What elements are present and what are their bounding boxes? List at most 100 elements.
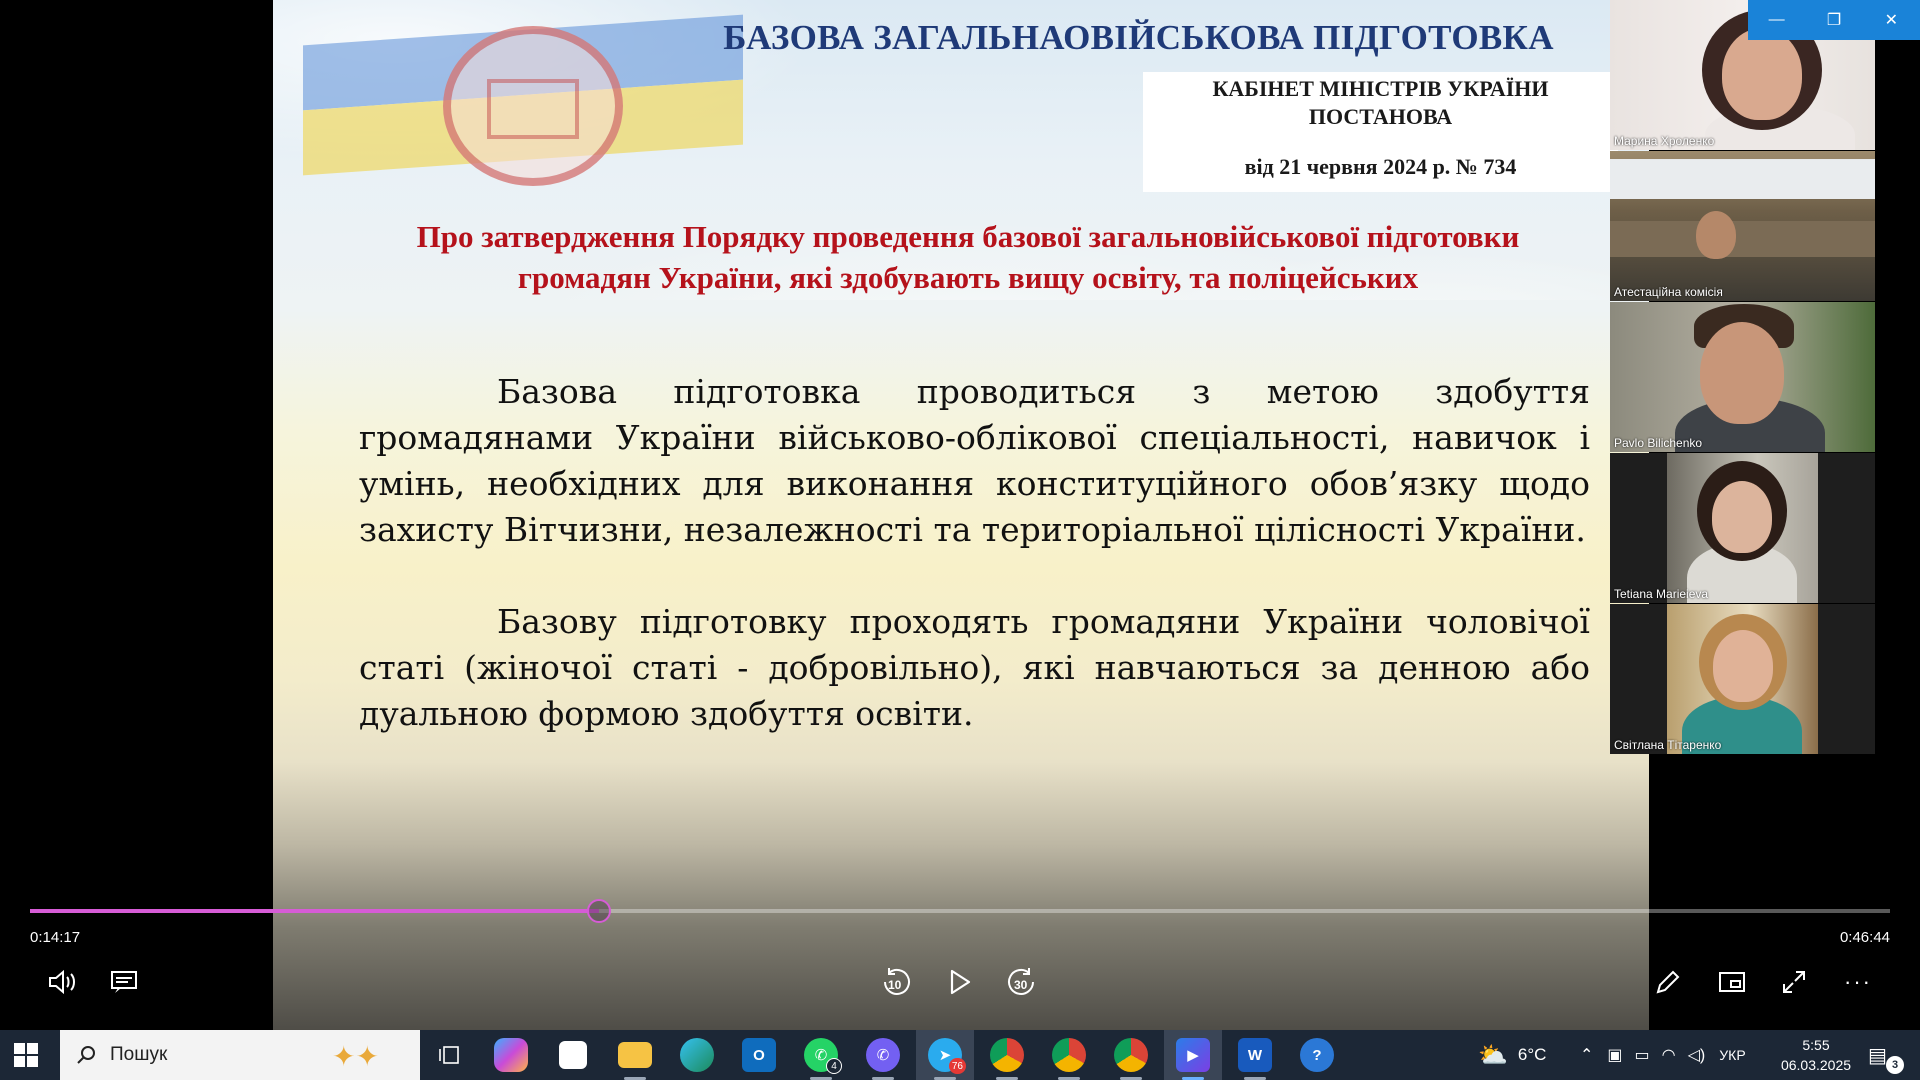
edge-app[interactable]	[668, 1030, 726, 1080]
taskbar-search[interactable]: Пошук ✦✦	[60, 1030, 420, 1080]
media-player-icon: ▶	[1176, 1038, 1210, 1072]
fullscreen-button[interactable]	[1776, 964, 1812, 1000]
slide-title: БАЗОВА ЗАГАЛЬНАОВІЙСЬКОВА ПІДГОТОВКА	[723, 18, 1554, 57]
close-button[interactable]: ✕	[1863, 0, 1920, 40]
camera-icon: ▣	[1607, 1047, 1623, 1064]
participant-video	[1700, 322, 1784, 424]
participants-panel: Марина Хроленко Атестаційна комісія Pavl…	[1610, 0, 1875, 754]
doc-date: від 21 червня 2024 р. № 734	[1244, 154, 1517, 179]
participant-video	[1722, 28, 1802, 120]
captions-icon	[111, 971, 137, 993]
clock[interactable]: 5:55 06.03.2025	[1776, 1035, 1856, 1075]
skip-back-label: 10	[888, 978, 902, 992]
chevron-up-icon: ⌃	[1580, 1047, 1594, 1064]
participant-tile[interactable]: Світлана Тітаренко	[1610, 604, 1875, 754]
outlook-icon: O	[742, 1038, 776, 1072]
mini-player-icon	[1719, 972, 1745, 992]
search-icon	[77, 1046, 95, 1064]
doc-type: ПОСТАНОВА	[1308, 104, 1453, 129]
fullscreen-icon	[1783, 971, 1805, 993]
chrome-icon	[1114, 1038, 1148, 1072]
restore-button[interactable]: ❐	[1805, 0, 1862, 40]
seek-bar[interactable]	[30, 899, 1890, 923]
participant-tile[interactable]: Атестаційна комісія	[1610, 151, 1875, 301]
chrome-icon	[990, 1038, 1024, 1072]
volume-icon	[49, 969, 75, 995]
participant-tile[interactable]: Tetiana Marieieva	[1610, 453, 1875, 603]
whatsapp-badge: 4	[826, 1058, 842, 1074]
edit-button[interactable]	[1650, 964, 1686, 1000]
participant-name: Світлана Тітаренко	[1614, 738, 1722, 752]
slide-subtitle: Про затвердження Порядку проведення базо…	[416, 219, 1520, 295]
taskbar: Пошук ✦✦ O ✆ 4 ✆ ➤ 76 ▶ W ? ⛅ 6°C ⌃ ▣ ▭ ◠ …	[0, 1030, 1920, 1080]
notification-icon: ▤	[1868, 1044, 1887, 1067]
slide-paragraph-1: Базова підготовка проводиться з метою зд…	[359, 372, 1590, 549]
start-button[interactable]	[14, 1043, 38, 1067]
skip-back-button[interactable]: 10	[878, 964, 914, 1000]
outlook-app[interactable]: O	[730, 1030, 788, 1080]
presentation-slide: БАЗОВА ЗАГАЛЬНАОВІЙСЬКОВА ПІДГОТОВКА КАБ…	[273, 0, 1649, 1030]
chrome-app-3[interactable]	[1102, 1030, 1160, 1080]
chrome-app-2[interactable]	[1040, 1030, 1098, 1080]
wifi-icon: ◠	[1661, 1047, 1676, 1064]
speaker-icon: ◁)	[1687, 1047, 1706, 1064]
participant-name: Tetiana Marieieva	[1614, 587, 1709, 601]
volume-button[interactable]	[44, 964, 80, 1000]
viber-icon: ✆	[866, 1038, 900, 1072]
participant-name: Атестаційна комісія	[1614, 285, 1723, 299]
play-icon	[950, 969, 971, 995]
file-explorer-app[interactable]	[606, 1030, 664, 1080]
media-player-app[interactable]: ▶	[1164, 1030, 1222, 1080]
more-options-button[interactable]: ···	[1840, 964, 1876, 1000]
word-icon: W	[1238, 1038, 1272, 1072]
participant-video	[1712, 481, 1772, 553]
whatsapp-app[interactable]: ✆ 4	[792, 1030, 850, 1080]
seek-bar-thumb[interactable]	[587, 899, 612, 923]
notification-count: 3	[1886, 1056, 1904, 1074]
skip-forward-button[interactable]: 30	[1004, 964, 1040, 1000]
clock-time: 5:55	[1802, 1037, 1830, 1053]
seek-bar-progress	[30, 909, 600, 913]
weather-temp: 6°C	[1517, 1045, 1547, 1064]
doc-issuer: КАБІНЕТ МІНІСТРІВ УКРАЇНИ	[1212, 76, 1549, 101]
slide-paragraph-2: Базову підготовку проходять громадяни Ук…	[359, 602, 1590, 733]
pencil-icon	[1656, 970, 1680, 994]
total-time: 0:46:44	[1839, 929, 1890, 946]
participant-video	[1696, 211, 1736, 259]
weather-icon: ⛅	[1478, 1041, 1508, 1069]
store-icon	[559, 1041, 587, 1069]
word-app[interactable]: W	[1226, 1030, 1284, 1080]
folder-icon	[618, 1042, 652, 1068]
more-icon: ···	[1844, 969, 1872, 994]
participant-tile[interactable]: Pavlo Bilichenko	[1610, 302, 1875, 452]
participant-video	[1713, 630, 1773, 702]
copilot-app[interactable]	[482, 1030, 540, 1080]
participant-name: Марина Хроленко	[1614, 134, 1715, 148]
tray-icons[interactable]: ⌃ ▣ ▭ ◠ ◁) УКР	[1580, 1030, 1746, 1080]
viber-app[interactable]: ✆	[854, 1030, 912, 1080]
battery-icon: ▭	[1634, 1047, 1650, 1064]
sparkle-icon: ✦✦	[332, 1041, 379, 1072]
help-app[interactable]: ?	[1288, 1030, 1346, 1080]
task-view-icon	[439, 1046, 459, 1064]
notifications-button[interactable]: ▤ 3	[1868, 1030, 1904, 1080]
edge-icon	[680, 1038, 714, 1072]
weather-widget[interactable]: ⛅ 6°C	[1478, 1030, 1546, 1080]
video-player[interactable]: БАЗОВА ЗАГАЛЬНАОВІЙСЬКОВА ПІДГОТОВКА КАБ…	[0, 0, 1920, 1030]
minimize-button[interactable]: —	[1748, 0, 1805, 40]
telegram-badge: 76	[948, 1058, 966, 1074]
copilot-icon	[494, 1038, 528, 1072]
play-button[interactable]	[942, 964, 978, 1000]
chrome-app-1[interactable]	[978, 1030, 1036, 1080]
help-icon: ?	[1300, 1038, 1334, 1072]
document-header-box: КАБІНЕТ МІНІСТРІВ УКРАЇНИ ПОСТАНОВА від …	[1143, 72, 1618, 192]
chrome-icon	[1052, 1038, 1086, 1072]
mini-player-button[interactable]	[1714, 964, 1750, 1000]
captions-button[interactable]	[106, 964, 142, 1000]
participant-name: Pavlo Bilichenko	[1614, 436, 1703, 450]
task-view-button[interactable]	[420, 1030, 478, 1080]
elapsed-time: 0:14:17	[30, 929, 81, 946]
store-app[interactable]	[544, 1030, 602, 1080]
telegram-app[interactable]: ➤ 76	[916, 1030, 974, 1080]
search-placeholder: Пошук	[110, 1044, 168, 1065]
